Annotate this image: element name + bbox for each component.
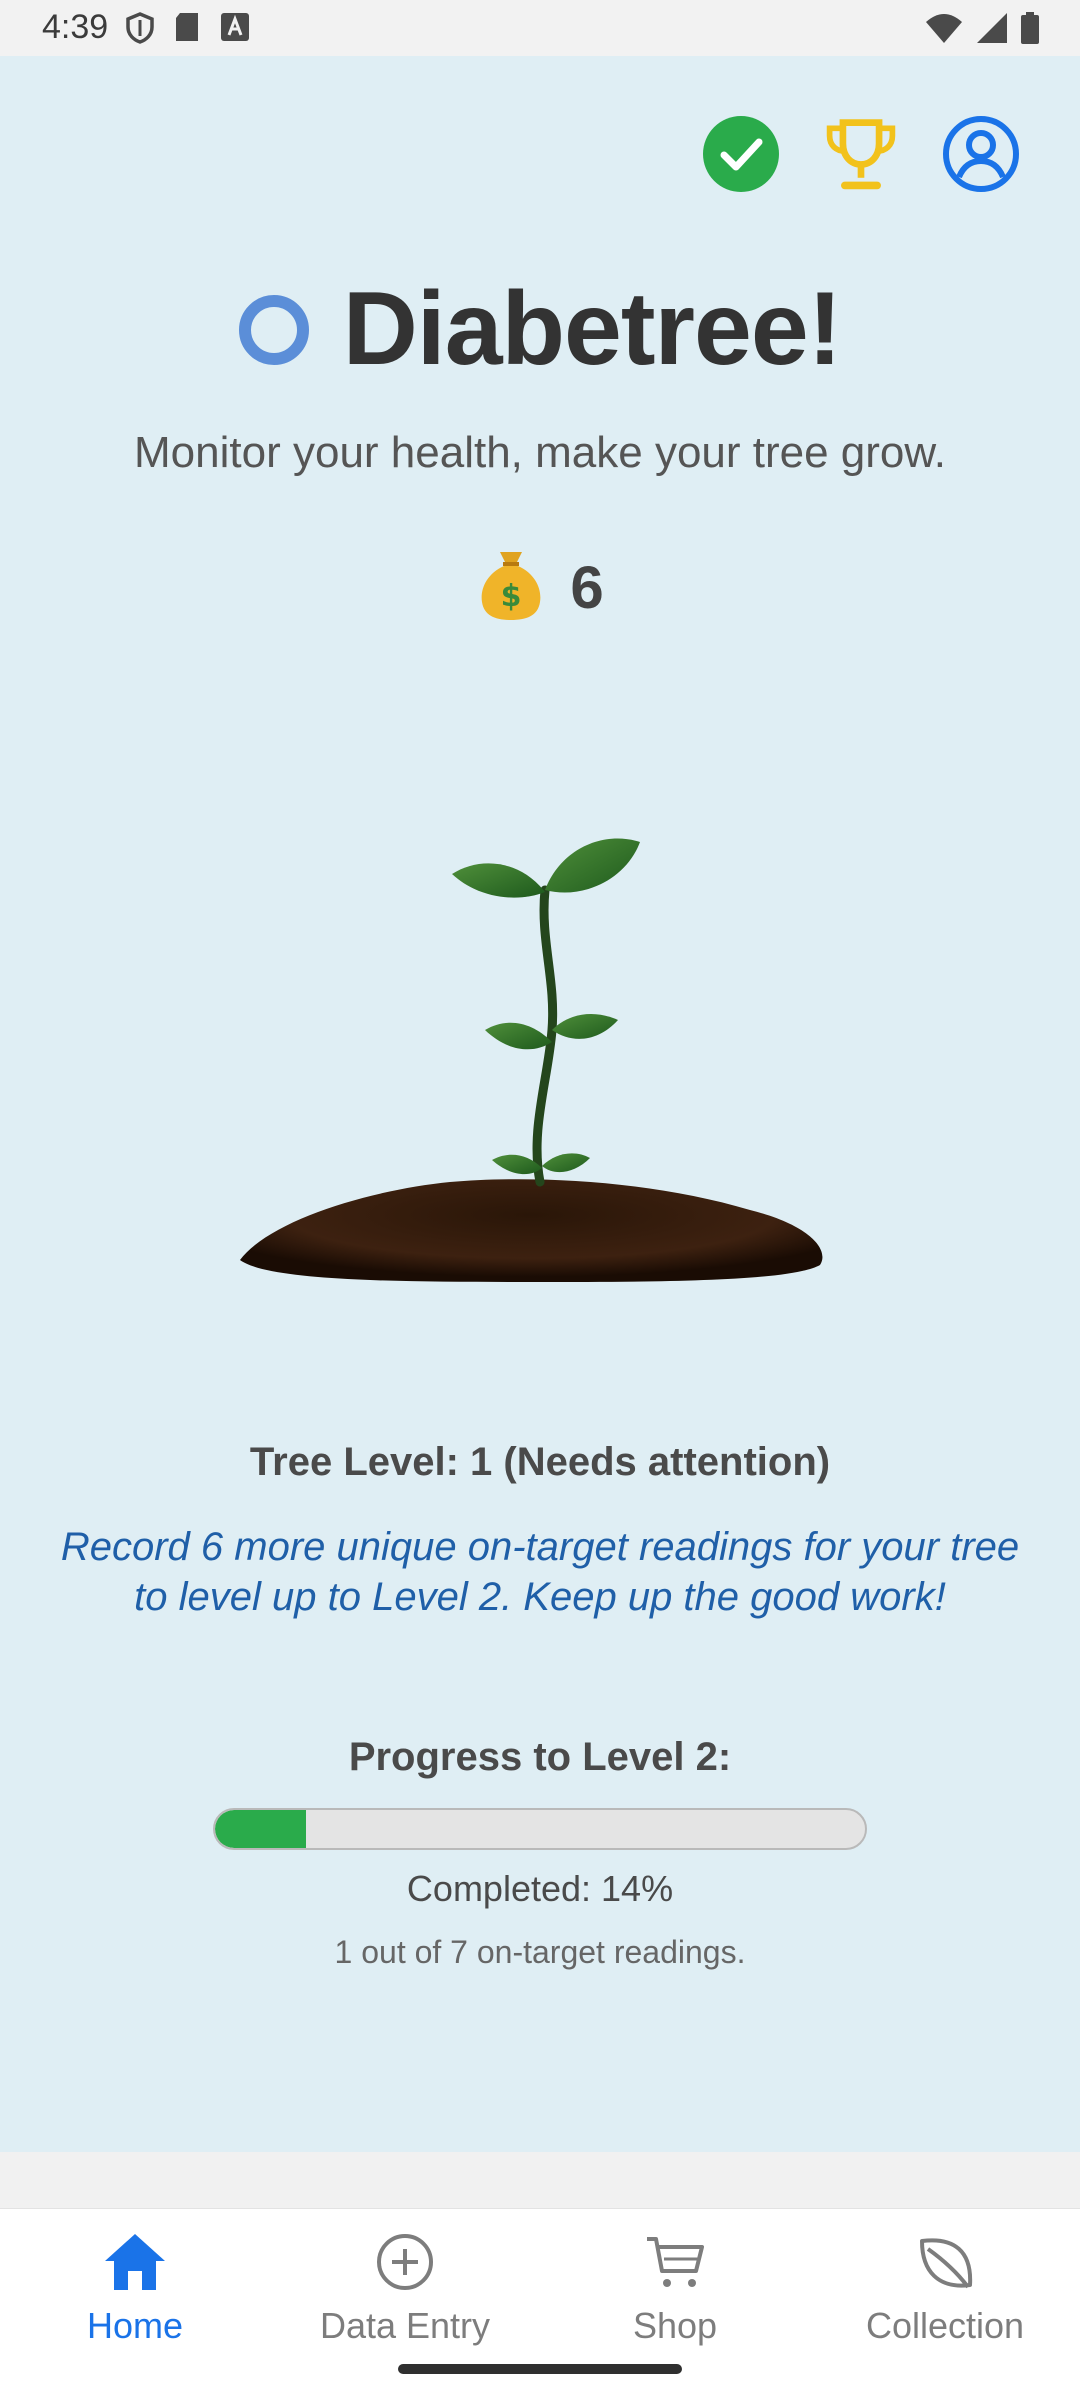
nav-item-collection[interactable]: Collection	[810, 2209, 1080, 2401]
progress-readings-text: 1 out of 7 on-target readings.	[334, 1934, 746, 1970]
tree-sprout-image	[230, 820, 850, 1300]
nav-label-shop: Shop	[632, 2305, 718, 2346]
app-subtitle: Monitor your health, make your tree grow…	[134, 428, 946, 477]
shield-icon	[126, 12, 154, 49]
progress-completed-text: Completed: 14%	[406, 1868, 674, 1909]
progress-title: Progress to Level 2:	[348, 1735, 732, 1779]
header-icons	[702, 115, 1020, 193]
cart-icon	[640, 2227, 710, 2297]
home-icon	[100, 2227, 170, 2297]
app-title-row: Diabetree!	[0, 270, 1080, 389]
status-time: 4:39	[42, 8, 109, 46]
battery-icon	[1020, 12, 1040, 49]
status-left-icons	[126, 12, 250, 49]
account-icon[interactable]	[942, 115, 1020, 193]
nav-divider-strip	[0, 2152, 1080, 2208]
app-title: Diabetree!	[342, 271, 843, 387]
wifi-icon	[924, 12, 964, 49]
cell-signal-icon	[976, 12, 1008, 49]
tree-level-message: Record 6 more unique on-target readings …	[60, 1525, 1020, 1619]
trophy-icon[interactable]	[822, 115, 900, 193]
svg-text:$: $	[501, 579, 522, 614]
coin-count: 6	[570, 554, 604, 621]
plus-circle-icon	[370, 2227, 440, 2297]
leaf-icon	[910, 2227, 980, 2297]
tree-level-text: Tree Level: 1 (Needs attention)	[249, 1440, 831, 1484]
check-circle-icon[interactable]	[702, 115, 780, 193]
text-a-icon	[220, 12, 250, 49]
nav-item-home[interactable]: Home	[0, 2209, 270, 2401]
home-gesture-indicator[interactable]	[398, 2364, 682, 2374]
money-bag-icon: $	[476, 548, 546, 627]
sd-card-icon	[174, 12, 200, 49]
coin-balance: $ 6	[0, 548, 1080, 627]
nav-label-home: Home	[86, 2305, 184, 2346]
status-right-icons	[924, 12, 1040, 49]
progress-bar	[213, 1808, 867, 1850]
nav-label-data-entry: Data Entry	[319, 2305, 491, 2346]
status-bar: 4:39	[0, 0, 1080, 56]
progress-fill	[215, 1810, 306, 1848]
ring-logo-icon	[238, 294, 309, 365]
nav-label-collection: Collection	[865, 2305, 1025, 2346]
